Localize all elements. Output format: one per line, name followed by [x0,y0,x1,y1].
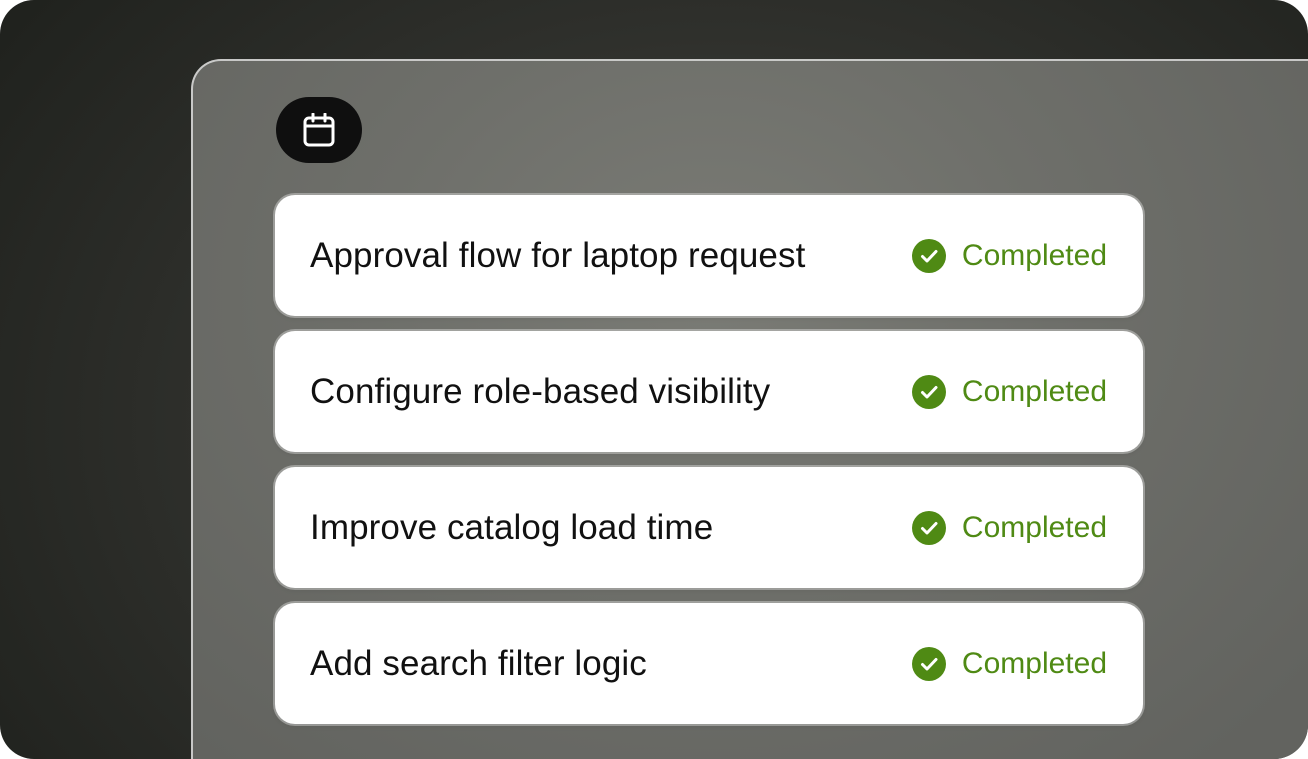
status-text: Completed [961,374,1107,408]
status-badge: Completed [911,510,1107,545]
status-badge: Completed [911,646,1107,681]
task-card[interactable]: Configure role-based visibility Complete… [275,331,1143,452]
check-circle-icon [911,646,946,681]
check-circle-icon [911,374,946,409]
calendar-icon [303,113,335,147]
check-circle-icon [911,510,946,545]
task-title: Add search filter logic [310,643,647,683]
status-text: Completed [961,646,1107,680]
status-text: Completed [961,238,1107,272]
app-frame: Approval flow for laptop request Complet… [0,0,1308,759]
status-text: Completed [961,510,1107,544]
task-card[interactable]: Add search filter logic Completed [275,603,1143,724]
calendar-button[interactable] [276,97,362,163]
status-badge: Completed [911,374,1107,409]
task-title: Configure role-based visibility [310,371,771,411]
status-badge: Completed [911,238,1107,273]
task-card[interactable]: Improve catalog load time Completed [275,467,1143,588]
task-card[interactable]: Approval flow for laptop request Complet… [275,195,1143,316]
task-panel: Approval flow for laptop request Complet… [191,59,1308,759]
check-circle-icon [911,238,946,273]
task-title: Improve catalog load time [310,507,714,547]
task-title: Approval flow for laptop request [310,235,806,275]
